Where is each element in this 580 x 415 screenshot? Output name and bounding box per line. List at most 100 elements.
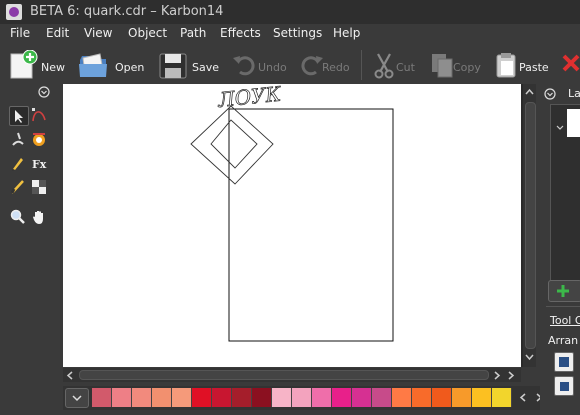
select-tool[interactable] — [9, 106, 29, 126]
scroll-up-icon[interactable] — [524, 87, 535, 98]
palette-menu-button[interactable] — [65, 388, 89, 408]
effects-tool[interactable]: Fx — [30, 154, 48, 172]
chevron-down-icon — [72, 395, 82, 402]
add-layer-button[interactable] — [548, 280, 580, 302]
color-swatch[interactable] — [372, 388, 392, 407]
color-swatch[interactable] — [132, 388, 152, 407]
color-palette — [63, 386, 580, 410]
layer-thumbnail[interactable] — [567, 109, 580, 137]
color-swatch[interactable] — [312, 388, 332, 407]
copy-button[interactable]: Copy — [428, 48, 482, 82]
document-canvas[interactable]: ЛОУК — [63, 84, 521, 367]
color-swatch[interactable] — [472, 388, 492, 407]
redo-button[interactable]: Redo — [296, 48, 352, 82]
send-to-back-icon — [560, 382, 569, 391]
new-button[interactable]: New — [8, 48, 66, 82]
karbon-app-icon — [6, 4, 22, 20]
menu-effects[interactable]: Effects — [220, 26, 261, 40]
delete-icon[interactable] — [562, 54, 580, 74]
drawing-svg: ЛОУК — [190, 84, 394, 342]
menu-edit[interactable]: Edit — [46, 26, 69, 40]
horizontal-scrollbar[interactable] — [63, 368, 521, 382]
color-swatch[interactable] — [212, 388, 232, 407]
horizontal-scroll-thumb[interactable] — [79, 370, 489, 380]
copy-button-label: Copy — [453, 61, 481, 74]
open-button[interactable]: Open — [78, 48, 144, 82]
folder-open-icon — [79, 53, 107, 77]
pencil-shape-tool[interactable] — [9, 130, 27, 148]
docker-divider — [546, 306, 580, 307]
color-swatch[interactable] — [252, 388, 272, 407]
scroll-down-icon[interactable] — [524, 351, 535, 362]
paste-button-label: Paste — [519, 61, 549, 74]
undo-button-label: Undo — [258, 61, 287, 74]
arrange-front-button[interactable] — [554, 352, 574, 372]
vertical-scrollbar[interactable] — [523, 84, 536, 367]
zoom-tool[interactable] — [9, 208, 27, 226]
color-swatch[interactable] — [292, 388, 312, 407]
menu-settings[interactable]: Settings — [273, 26, 322, 40]
color-swatch[interactable] — [452, 388, 472, 407]
brush-tool[interactable] — [9, 178, 27, 196]
scroll-left-icon[interactable] — [65, 370, 76, 381]
vertical-scroll-thumb[interactable] — [525, 102, 536, 349]
menu-view[interactable]: View — [84, 26, 112, 40]
cut-button[interactable]: Cut — [370, 48, 416, 82]
layers-list[interactable] — [550, 104, 580, 282]
page-rectangle[interactable] — [228, 108, 394, 342]
bezier-curve-icon — [32, 108, 46, 122]
pattern-tool[interactable] — [30, 178, 48, 196]
pencil-icon — [12, 158, 23, 171]
layers-tab[interactable]: La — [568, 87, 580, 100]
menu-object[interactable]: Object — [128, 26, 167, 40]
color-swatch[interactable] — [432, 388, 452, 407]
color-swatch[interactable] — [192, 388, 212, 407]
color-swatch[interactable] — [492, 388, 512, 407]
color-swatch[interactable] — [352, 388, 372, 407]
expand-layer-icon[interactable] — [555, 123, 565, 133]
menu-file[interactable]: File — [10, 26, 30, 40]
color-swatch[interactable] — [412, 388, 432, 407]
pencil-tool[interactable] — [9, 154, 27, 172]
bezier-tool[interactable] — [30, 106, 48, 124]
inner-diamond-shape[interactable] — [210, 119, 258, 169]
menu-help[interactable]: Help — [333, 26, 360, 40]
redo-button-label: Redo — [322, 61, 350, 74]
color-swatch[interactable] — [232, 388, 252, 407]
checkerboard-icon — [32, 180, 46, 194]
scroll-right-icon[interactable] — [491, 370, 502, 381]
text-art-object[interactable]: ЛОУК — [216, 84, 283, 112]
pan-tool[interactable] — [30, 208, 48, 226]
color-swatch[interactable] — [92, 388, 112, 407]
panel-collapse-icon[interactable] — [38, 86, 50, 98]
palette-scroll-left-icon[interactable] — [518, 392, 529, 403]
floppy-save-icon — [159, 53, 187, 79]
color-swatch[interactable] — [332, 388, 352, 407]
scroll-right-end-icon[interactable] — [505, 370, 516, 381]
bring-to-front-icon — [559, 357, 569, 367]
color-swatch[interactable] — [392, 388, 412, 407]
tool-options-tab[interactable]: Tool O — [550, 314, 580, 327]
main-toolbar: New Open Save Undo Redo Cut Copy Paste — [0, 44, 580, 84]
menu-path[interactable]: Path — [180, 26, 206, 40]
outer-diamond-shape[interactable] — [190, 105, 274, 185]
color-swatch[interactable] — [152, 388, 172, 407]
fx-icon: Fx — [32, 158, 47, 171]
svg-text:Fx: Fx — [32, 158, 47, 171]
undo-button[interactable]: Undo — [230, 48, 287, 82]
new-document-icon — [10, 50, 38, 79]
save-button[interactable]: Save — [158, 48, 220, 82]
docker-collapse-icon[interactable] — [544, 88, 556, 100]
toolbox-panel: Fx — [0, 84, 60, 384]
open-button-label: Open — [115, 61, 145, 74]
menu-bar: File Edit View Object Path Effects Setti… — [0, 24, 580, 44]
paste-button[interactable]: Paste — [492, 48, 550, 82]
fill-tool[interactable] — [30, 130, 48, 148]
arrow-pointer-icon — [15, 110, 23, 123]
paste-clipboard-icon — [496, 53, 516, 78]
color-swatch[interactable] — [172, 388, 192, 407]
arrange-back-button[interactable] — [554, 376, 574, 396]
color-swatch[interactable] — [272, 388, 292, 407]
new-button-label: New — [41, 61, 65, 74]
color-swatch[interactable] — [112, 388, 132, 407]
